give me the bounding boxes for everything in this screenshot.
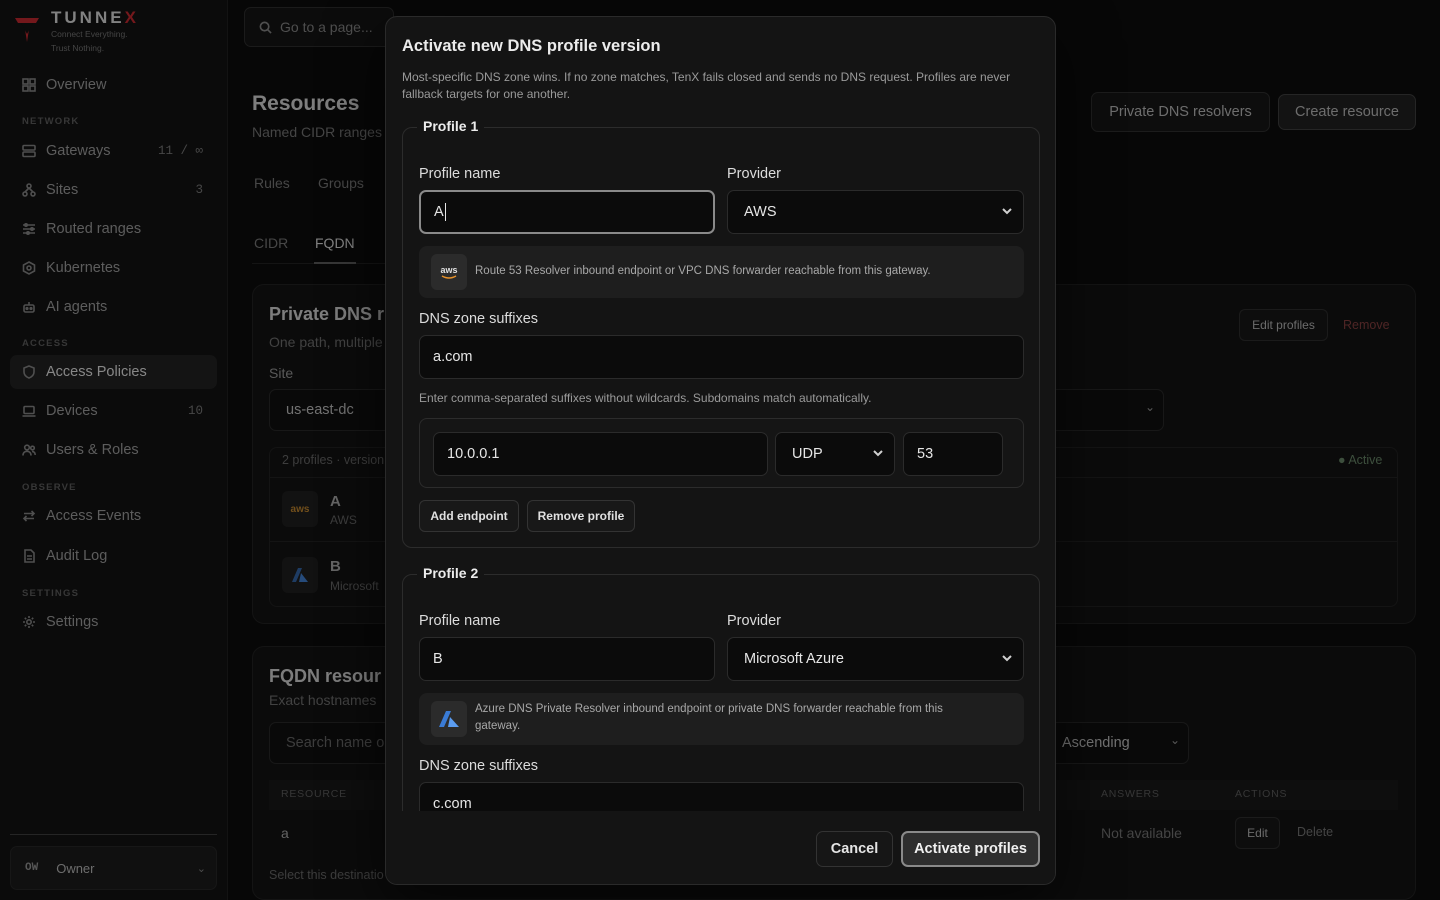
- provider-label: Provider: [727, 613, 781, 629]
- remove-profile-button[interactable]: Remove profile: [527, 500, 635, 532]
- profile-2-provider-select[interactable]: Microsoft Azure: [727, 637, 1024, 681]
- zone-suffixes-help: Enter comma-separated suffixes without w…: [419, 391, 872, 405]
- cancel-button[interactable]: Cancel: [816, 831, 893, 867]
- endpoint-port-input[interactable]: 53: [903, 432, 1003, 476]
- activate-profiles-button[interactable]: Activate profiles: [901, 831, 1040, 867]
- modal-title: Activate new DNS profile version: [402, 37, 661, 55]
- profile-1-provider-select[interactable]: AWS: [727, 190, 1024, 234]
- profile-2-fieldset: Profile 2 Profile name B Provider Micros…: [402, 565, 1040, 811]
- dns-zone-suffixes-label: DNS zone suffixes: [419, 311, 539, 327]
- activate-dns-profile-modal: Activate new DNS profile version Most-sp…: [385, 16, 1056, 885]
- profile-1-legend: Profile 1: [417, 118, 485, 134]
- text-caret: [444, 203, 446, 221]
- endpoint-ip-input[interactable]: 10.0.0.1: [433, 432, 768, 476]
- profile-1-provider-value: AWS: [744, 204, 777, 220]
- chevron-down-icon: [1001, 652, 1013, 664]
- provider-label: Provider: [727, 166, 781, 182]
- aws-logo-icon: aws: [431, 254, 467, 290]
- zone-suffixes-value: a.com: [433, 349, 473, 365]
- profile-2-name-input[interactable]: B: [419, 637, 715, 681]
- endpoint-port-value: 53: [917, 446, 934, 462]
- profile-1-name-input[interactable]: A: [419, 190, 715, 234]
- profile-1-name-value: A: [434, 204, 444, 220]
- profile-2-zone-suffixes-input[interactable]: c.com: [419, 782, 1024, 811]
- profile-1-zone-suffixes-input[interactable]: a.com: [419, 335, 1024, 379]
- dns-zone-suffixes-label: DNS zone suffixes: [419, 758, 539, 774]
- profile-2-provider-value: Microsoft Azure: [744, 651, 844, 667]
- endpoint-row: 10.0.0.1 UDP 53: [419, 418, 1024, 488]
- svg-text:aws: aws: [440, 265, 457, 275]
- modal-description: Most-specific DNS zone wins. If no zone …: [402, 70, 1011, 101]
- provider-hint-text: Azure DNS Private Resolver inbound endpo…: [475, 703, 943, 732]
- chevron-down-icon: [872, 447, 884, 459]
- modal-footer: Cancel Activate profiles: [386, 811, 1055, 884]
- zone-suffixes-value: c.com: [433, 796, 472, 811]
- profile-2-provider-hint: Azure DNS Private Resolver inbound endpo…: [419, 693, 1024, 745]
- add-endpoint-button[interactable]: Add endpoint: [419, 500, 519, 532]
- chevron-down-icon: [1001, 205, 1013, 217]
- profile-2-legend: Profile 2: [417, 565, 485, 581]
- profile-1-provider-hint: aws Route 53 Resolver inbound endpoint o…: [419, 246, 1024, 298]
- profile-name-label: Profile name: [419, 613, 501, 629]
- provider-hint-text: Route 53 Resolver inbound endpoint or VP…: [475, 265, 931, 277]
- endpoint-protocol-value: UDP: [792, 446, 823, 462]
- endpoint-protocol-select[interactable]: UDP: [775, 432, 895, 476]
- profile-2-name-value: B: [433, 651, 443, 667]
- modal-scroll-area[interactable]: Profile 1 Profile name A Provider AWS aw…: [386, 115, 1055, 811]
- endpoint-ip-value: 10.0.0.1: [447, 446, 500, 462]
- profile-1-fieldset: Profile 1 Profile name A Provider AWS aw…: [402, 118, 1040, 548]
- azure-logo-icon: [431, 701, 467, 737]
- profile-name-label: Profile name: [419, 166, 501, 182]
